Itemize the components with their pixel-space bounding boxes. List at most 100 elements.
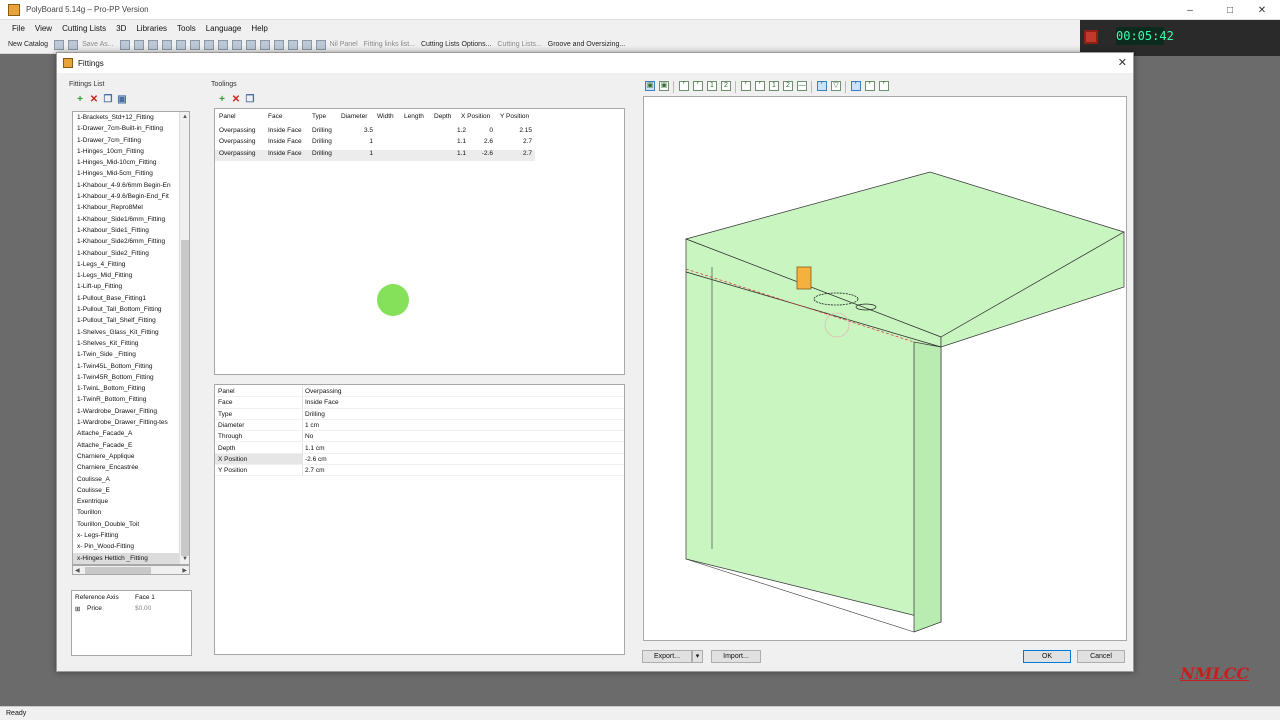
dialog-close-icon[interactable]: ✕ [1118,56,1127,69]
edge-flat-icon[interactable]: — [797,81,807,91]
fitting-list-item[interactable]: Exentrique [73,496,189,507]
fitting-list-item[interactable]: Charniere_Applique [73,451,189,462]
undo-icon[interactable] [147,39,158,50]
toolings-column-header[interactable]: Width [377,113,394,120]
menu-libraries[interactable]: Libraries [136,24,167,33]
fitting-list-item[interactable]: 1-Khabour_4-9.6/Begin-End_Fit [73,191,189,202]
property-row[interactable]: X Position -2.6 cm [215,453,624,466]
toolings-column-header[interactable]: Panel [219,113,236,120]
filter-icon[interactable]: ▽ [831,81,841,91]
zoom-fit-icon[interactable] [273,39,284,50]
property-row[interactable]: Depth 1.1 cm [215,442,624,454]
property-value[interactable]: 1 cm [305,420,319,430]
pick-icon[interactable]: ⌜ [817,81,827,91]
property-value[interactable]: Inside Face [305,397,339,407]
save-as-button[interactable]: Save As... [82,41,114,48]
cutting-lists-button[interactable]: Cutting Lists... [497,41,541,48]
fittings-list-vscroll[interactable]: ▲ ▼ [179,112,189,564]
face-view-a-icon[interactable]: ⌜ [679,81,689,91]
property-row[interactable]: Panel Overpassing [215,386,624,398]
pan-hand-icon[interactable] [301,39,312,50]
toolings-row[interactable]: Overpassing Inside Face Drilling 1 1.1 2.6 2.7 [215,138,535,149]
fitting-list-item[interactable]: 1-Twin45L_Bottom_Fitting [73,361,189,372]
edge-view-b-icon[interactable]: ⌜ [755,81,765,91]
export-button[interactable]: Export... [642,650,692,663]
fitting-list-item[interactable]: 1-Khabour_Side2_Fitting [73,248,189,259]
maximize-icon[interactable]: □ [1212,0,1248,20]
property-value[interactable]: No [305,431,313,441]
property-row[interactable]: Type Drilling [215,408,624,420]
property-value[interactable]: 1.1 cm [305,443,325,453]
fitting-list-item[interactable]: 1-Shelves_Kit_Fitting [73,338,189,349]
fitting-list-item[interactable]: x- Pin_Wood-Fitting [73,541,189,552]
cabinet-add-icon[interactable] [203,39,214,50]
add-tooling-icon[interactable]: + [217,95,227,105]
fitting-list-item[interactable]: 1-Hinges_Mid-10cm_Fitting [73,157,189,168]
face-view-b-icon[interactable]: ⌜ [693,81,703,91]
fitting-list-item[interactable]: 1-Khabour_Side1_Fitting [73,225,189,236]
fitting-list-item[interactable]: Coulisse_E [73,485,189,496]
fitting-list-item[interactable]: 1-Shelves_Glass_Kit_Fitting [73,327,189,338]
scroll-left-icon[interactable]: ◀ [75,567,80,574]
open-icon[interactable] [54,39,65,50]
redo-icon[interactable] [161,39,172,50]
close-icon[interactable]: ✕ [1244,0,1280,20]
toolings-column-header[interactable]: X Position [461,113,490,120]
menu-file[interactable]: File [12,24,25,33]
property-value[interactable]: 2.7 cm [305,465,325,475]
property-value[interactable]: Drilling [305,409,325,419]
menu-tools[interactable]: Tools [177,24,196,33]
toolings-row[interactable]: Overpassing Inside Face Drilling 3.5 1.2 0 2.1… [215,127,535,138]
fitting-list-item[interactable]: 1-TwinR_Bottom_Fitting [73,394,189,405]
fitting-list-item[interactable]: 1-Twin45R_Bottom_Fitting [73,372,189,383]
scroll-up-icon[interactable]: ▲ [182,114,188,120]
toolings-column-header[interactable]: Diameter [341,113,367,120]
scroll-down-icon[interactable]: ▼ [182,556,188,562]
library-icon[interactable] [175,39,186,50]
fitting-list-item[interactable]: 1-Twin_Side _Fitting [73,349,189,360]
import-button[interactable]: Import... [711,650,761,663]
property-value[interactable]: -2.6 cm [305,454,327,464]
add-fitting-icon[interactable]: + [75,95,85,105]
cancel-button[interactable]: Cancel [1077,650,1125,663]
ok-button[interactable]: OK [1023,650,1071,663]
fitting-list-item[interactable]: 1-Legs_Mid_Fitting [73,270,189,281]
info-icon[interactable] [231,39,242,50]
rename-fitting-icon[interactable]: ▣ [117,95,127,105]
property-row[interactable]: Face Inside Face [215,397,624,409]
property-value[interactable]: Overpassing [305,386,342,396]
toolings-row[interactable]: Overpassing Inside Face Drilling 1 1.1 -2.6 2.… [215,149,535,161]
property-row[interactable]: Through No [215,431,624,443]
toolings-column-header[interactable]: Depth [434,113,451,120]
minimize-icon[interactable]: – [1172,0,1208,20]
face-2-icon[interactable]: 2 [721,81,731,91]
view-mode-solid-icon[interactable]: ▣ [645,81,655,91]
preview-icon[interactable] [133,39,144,50]
delete-tooling-icon[interactable]: ✕ [231,95,241,105]
fitting-list-item[interactable]: 1-Khabour_Repro8Mel [73,202,189,213]
corner-view-c-icon[interactable]: ⌜ [879,81,889,91]
property-row[interactable]: Diameter 1 cm [215,419,624,432]
cabinet-edit-icon[interactable] [217,39,228,50]
record-stop-button[interactable] [1084,30,1098,44]
fitting-list-item[interactable]: x- Legs-Fitting [73,530,189,541]
fitting-list-item[interactable]: 1-Brackets_Std+12_Fitting [73,112,189,123]
fitting-list-item[interactable]: 1-Wardrobe_Drawer_Fitting [73,406,189,417]
fitting-list-item[interactable]: 1-Pullout_Base_Fitting1 [73,293,189,304]
edge-1-icon[interactable]: 1 [769,81,779,91]
print-icon[interactable] [119,39,130,50]
zoom-out-icon[interactable] [259,39,270,50]
fittings-list-hscroll[interactable]: ◀ ▶ [72,565,190,575]
copy-tooling-icon[interactable]: ❐ [245,95,255,105]
toolings-column-header[interactable]: Type [312,113,326,120]
fitting-list-item[interactable]: Tourillon [73,507,189,518]
cabinet-icon[interactable] [189,39,200,50]
zoom-in-icon[interactable] [245,39,256,50]
fitting-links-button[interactable]: Fitting links list... [364,41,415,48]
menu-3d[interactable]: 3D [116,24,126,33]
groove-oversizing-button[interactable]: Groove and Oversizing... [548,41,625,48]
copy-fitting-icon[interactable]: ❐ [103,95,113,105]
fitting-list-item[interactable]: 1-Drawer_7cm-Built-in_Fitting [73,123,189,134]
delete-fitting-icon[interactable]: ✕ [89,95,99,105]
price-expand-icon[interactable]: ⊞ [75,605,80,613]
